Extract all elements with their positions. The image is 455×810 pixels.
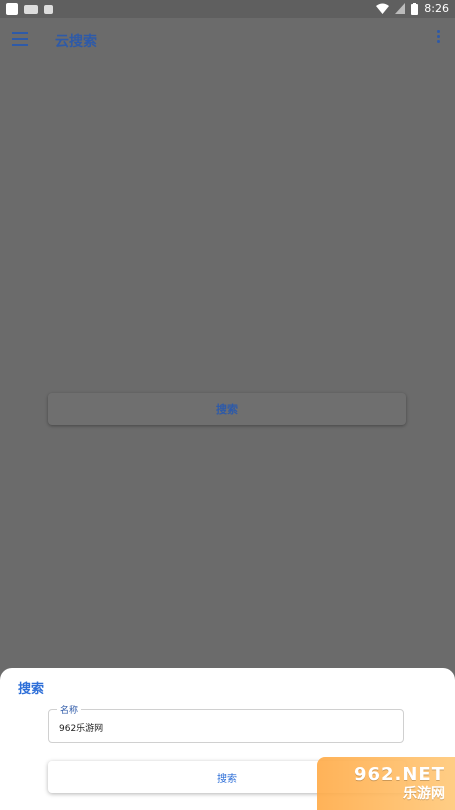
- overflow-menu-icon[interactable]: [437, 30, 441, 45]
- watermark-bottom: 乐游网: [403, 786, 445, 802]
- watermark-top: 962.NET: [353, 764, 445, 785]
- signal-icon: [395, 3, 406, 14]
- search-button[interactable]: 搜索: [48, 393, 406, 425]
- name-field[interactable]: 名称 962乐游网: [48, 703, 404, 743]
- status-left: [6, 3, 53, 15]
- name-field-value[interactable]: 962乐游网: [59, 721, 103, 734]
- battery-icon: [411, 2, 419, 15]
- name-field-label: 名称: [57, 703, 82, 716]
- page-title: 云搜索: [55, 34, 97, 50]
- app-bar: 云搜索: [0, 18, 455, 62]
- status-time: 8:26: [424, 2, 449, 15]
- status-right: 8:26: [376, 2, 449, 15]
- keyboard-icon: [24, 4, 38, 14]
- menu-icon[interactable]: [12, 32, 28, 46]
- app-notification-icon: [6, 3, 18, 15]
- status-bar: 8:26: [0, 0, 455, 18]
- a-icon: [44, 4, 53, 14]
- wifi-icon: [376, 3, 390, 14]
- watermark-logo: 962.NET 乐游网: [317, 757, 455, 810]
- dialog-title: 搜索: [18, 682, 45, 697]
